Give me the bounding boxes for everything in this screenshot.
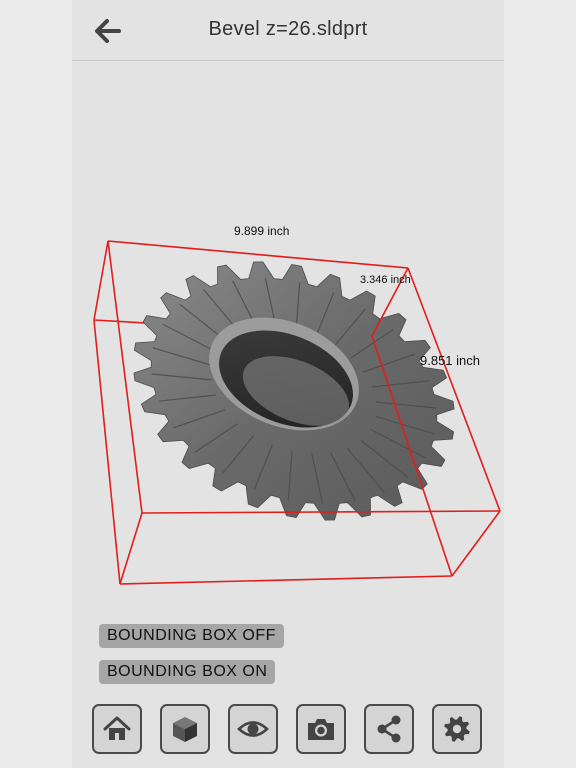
header-bar: Bevel z=26.sldprt xyxy=(72,0,504,61)
bottom-toolbar xyxy=(92,704,488,758)
depth-dimension-label: 3.346 inch xyxy=(360,274,411,286)
share-icon xyxy=(377,715,401,743)
camera-icon xyxy=(308,719,334,740)
arrow-left-icon xyxy=(95,19,121,43)
share-button[interactable] xyxy=(364,704,414,754)
view-cube-button[interactable] xyxy=(160,704,210,754)
screenshot-button[interactable] xyxy=(296,704,346,754)
home-icon xyxy=(103,716,131,740)
right-margin xyxy=(504,0,576,768)
bounding-box-off-button[interactable]: BOUNDING BOX OFF xyxy=(99,624,284,648)
visibility-button[interactable] xyxy=(228,704,278,754)
eye-icon xyxy=(237,721,269,737)
cube-icon xyxy=(173,717,197,742)
settings-button[interactable] xyxy=(432,704,482,754)
width-dimension-label: 9.899 inch xyxy=(234,224,290,238)
home-button[interactable] xyxy=(92,704,142,754)
gear-icon xyxy=(444,716,470,742)
left-margin xyxy=(0,0,72,768)
app-screen: Bevel z=26.sldprt 9.899 inch 3.346 inch … xyxy=(72,0,504,768)
page-title: Bevel z=26.sldprt xyxy=(208,18,368,40)
bounding-box-on-button[interactable]: BOUNDING BOX ON xyxy=(99,660,276,684)
height-dimension-label: 9.851 inch xyxy=(420,353,480,368)
model-scene[interactable] xyxy=(72,61,504,616)
bevel-gear-model xyxy=(133,261,455,521)
back-button[interactable] xyxy=(94,18,122,44)
model-viewport[interactable]: 9.899 inch 3.346 inch 9.851 inch xyxy=(72,61,504,616)
